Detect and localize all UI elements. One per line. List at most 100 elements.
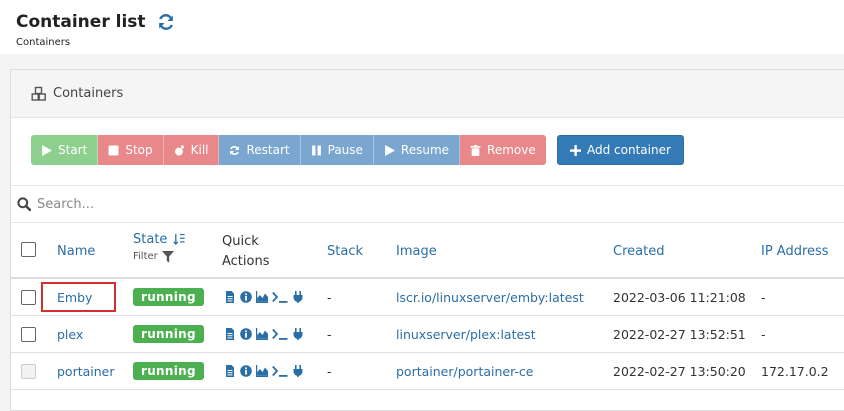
column-quick-actions-label-2: Actions (222, 253, 270, 269)
page-title: Container list (16, 12, 176, 32)
play-icon (385, 144, 395, 156)
add-container-label: Add container (587, 143, 671, 157)
pause-label: Pause (327, 143, 363, 157)
info-icon[interactable] (240, 365, 252, 377)
console-icon[interactable] (272, 291, 288, 303)
restart-button[interactable]: Restart (219, 135, 301, 165)
created-value: 2022-02-27 13:50:20 (613, 363, 746, 379)
column-header-quick-actions: Quick Actions (222, 223, 270, 279)
containers-panel: Containers Start Stop Kill Restart Pause… (10, 69, 844, 411)
column-ip-label: IP Address (761, 243, 829, 259)
stats-icon[interactable] (256, 328, 268, 340)
panel-heading-label: Containers (53, 86, 124, 101)
sync-icon (230, 145, 240, 155)
search-input[interactable] (37, 196, 437, 212)
table-row: plex running - linuxserver/plex:latest 2… (11, 316, 844, 353)
row-checkbox[interactable] (21, 290, 36, 305)
stack-value: - (327, 363, 332, 379)
kill-button[interactable]: Kill (163, 135, 220, 165)
info-icon[interactable] (240, 328, 252, 340)
logs-icon[interactable] (224, 328, 236, 340)
column-header-state[interactable]: State Filter (133, 219, 186, 275)
filter-label: Filter (133, 251, 158, 262)
image-link[interactable]: linuxserver/plex:latest (396, 316, 536, 352)
stack-value: - (327, 289, 332, 305)
column-image-label: Image (396, 243, 437, 259)
filter-icon (161, 250, 174, 262)
status-badge: running (133, 362, 204, 380)
container-actions-toolbar: Start Stop Kill Restart Pause Resume Rem… (31, 135, 546, 165)
attach-icon[interactable] (292, 328, 304, 340)
column-header-name[interactable]: Name (57, 223, 95, 279)
column-header-created[interactable]: Created (613, 223, 664, 279)
breadcrumb: Containers (16, 37, 71, 48)
select-all-checkbox[interactable] (21, 242, 36, 257)
start-button[interactable]: Start (31, 135, 99, 165)
remove-label: Remove (487, 143, 536, 157)
pause-icon (311, 145, 321, 155)
trash-icon (470, 144, 481, 156)
container-name-link[interactable]: portainer (57, 353, 115, 389)
created-value: 2022-03-06 11:21:08 (613, 289, 746, 305)
plus-icon (570, 144, 581, 156)
console-icon[interactable] (272, 328, 288, 340)
refresh-icon[interactable] (156, 12, 176, 32)
quick-actions (224, 316, 304, 352)
status-badge: running (133, 325, 204, 343)
column-created-label: Created (613, 243, 665, 259)
table-header: Name State Filter Quick Actions Stack Im… (11, 223, 844, 279)
start-label: Start (58, 143, 88, 157)
ip-value: 172.17.0.2 (761, 363, 829, 379)
stats-icon[interactable] (256, 365, 268, 377)
column-header-stack[interactable]: Stack (327, 223, 363, 279)
play-icon (42, 144, 52, 156)
bomb-icon (174, 145, 184, 156)
panel-heading: Containers (11, 70, 844, 118)
state-filter[interactable]: Filter (133, 250, 186, 263)
restart-label: Restart (246, 143, 290, 157)
search-bar (11, 185, 844, 223)
created-value: 2022-02-27 13:52:51 (613, 326, 746, 342)
column-header-image[interactable]: Image (396, 223, 437, 279)
column-quick-actions-label-1: Quick (222, 233, 259, 249)
page-title-text: Container list (16, 12, 146, 32)
remove-button[interactable]: Remove (460, 135, 546, 165)
add-container-button[interactable]: Add container (557, 135, 684, 165)
stop-label: Stop (125, 143, 153, 157)
ip-value: - (761, 326, 766, 342)
attach-icon[interactable] (292, 291, 304, 303)
pause-button[interactable]: Pause (300, 135, 374, 165)
stats-icon[interactable] (256, 291, 268, 303)
containers-table: Name State Filter Quick Actions Stack Im… (11, 223, 844, 390)
status-badge: running (133, 288, 204, 306)
resume-label: Resume (400, 143, 450, 157)
info-icon[interactable] (240, 291, 252, 303)
column-stack-label: Stack (327, 243, 363, 259)
table-row: portainer running - portainer/portainer-… (11, 353, 844, 390)
kill-label: Kill (190, 143, 209, 157)
console-icon[interactable] (272, 365, 288, 377)
row-checkbox[interactable] (21, 327, 36, 342)
row-checkbox-disabled (21, 364, 36, 379)
table-row: Emby running - lscr.io/linuxserver/emby:… (11, 279, 844, 316)
logs-icon[interactable] (224, 291, 236, 303)
quick-actions (224, 353, 304, 389)
column-state-label: State (133, 231, 168, 247)
image-link[interactable]: lscr.io/linuxserver/emby:latest (396, 279, 584, 315)
attach-icon[interactable] (292, 365, 304, 377)
quick-actions (224, 279, 304, 315)
image-link[interactable]: portainer/portainer-ce (396, 353, 534, 389)
sort-icon (173, 233, 186, 245)
ip-value: - (761, 289, 766, 305)
column-header-ip-address[interactable]: IP Address (761, 223, 829, 279)
cubes-icon (31, 86, 46, 101)
logs-icon[interactable] (224, 365, 236, 377)
container-name-link[interactable]: plex (57, 316, 83, 352)
column-name-label: Name (57, 243, 96, 259)
stop-button[interactable]: Stop (98, 135, 164, 165)
page-header: Container list Containers (0, 0, 844, 54)
container-name-link[interactable]: Emby (57, 279, 92, 315)
resume-button[interactable]: Resume (373, 135, 461, 165)
stack-value: - (327, 326, 332, 342)
search-icon (17, 197, 31, 211)
